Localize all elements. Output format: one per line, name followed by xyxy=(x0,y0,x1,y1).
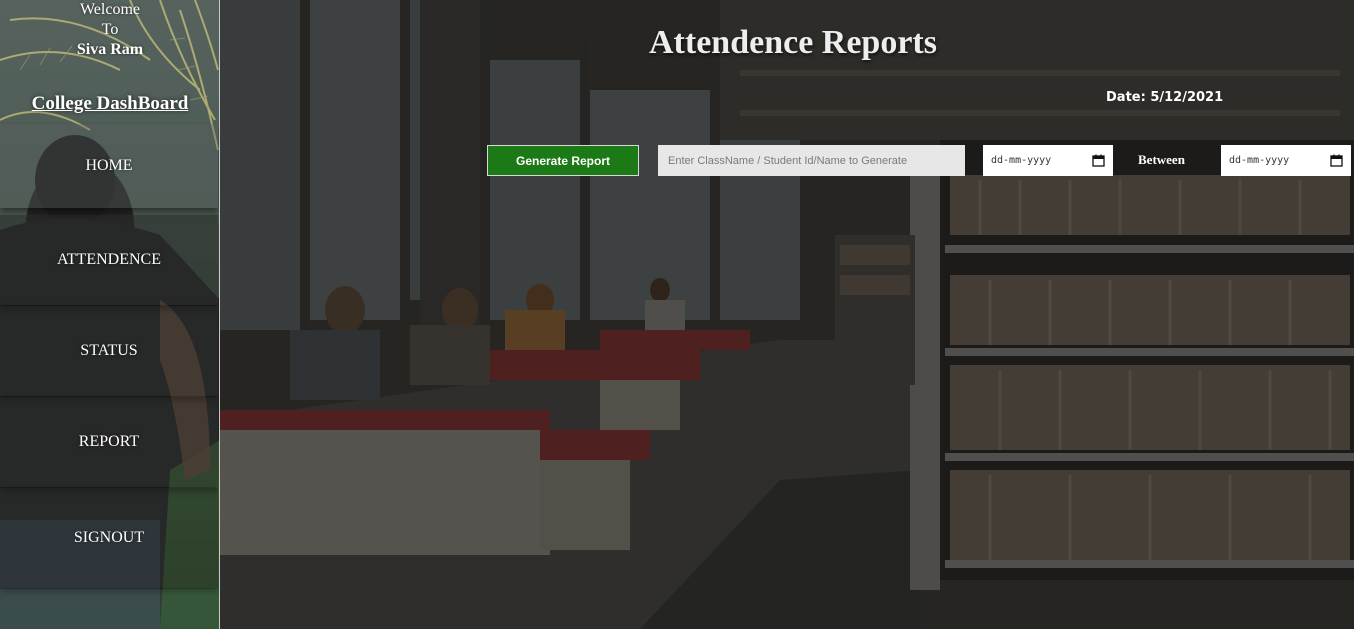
sidebar-footer-strip xyxy=(0,589,218,629)
welcome-to-text: To xyxy=(101,21,119,38)
between-label: Between xyxy=(1138,152,1185,167)
nav-item-signout[interactable]: SIGNOUT xyxy=(0,488,218,588)
brand-link[interactable]: College DashBoard xyxy=(0,93,219,115)
nav-item-home[interactable]: HOME xyxy=(0,124,218,208)
date-value: 5/12/2021 xyxy=(1150,90,1224,105)
to-date-input[interactable]: dd-mm-yyyy xyxy=(1221,145,1351,176)
sidebar: Welcome To Siva Ram College DashBoard HO… xyxy=(0,0,220,629)
nav-item-report[interactable]: REPORT xyxy=(0,397,218,487)
calendar-icon[interactable] xyxy=(1330,154,1343,167)
from-date-input[interactable]: dd-mm-yyyy xyxy=(983,145,1113,176)
welcome-block: Welcome To Siva Ram xyxy=(0,0,219,60)
calendar-icon[interactable] xyxy=(1092,154,1105,167)
to-date-placeholder: dd-mm-yyyy xyxy=(1229,155,1290,166)
page-title: Attendence Reports xyxy=(649,24,937,61)
nav-item-status[interactable]: STATUS xyxy=(0,306,218,396)
from-date-placeholder: dd-mm-yyyy xyxy=(991,155,1052,166)
welcome-text: Welcome xyxy=(79,1,140,18)
date-label: Date: xyxy=(1106,90,1146,105)
generate-report-button[interactable]: Generate Report xyxy=(487,145,639,176)
report-search-input[interactable] xyxy=(658,145,965,176)
main-content: Attendence Reports Date: 5/12/2021 Gener… xyxy=(220,0,1354,629)
date-display: Date: 5/12/2021 xyxy=(1106,90,1223,105)
nav-item-attendence[interactable]: ATTENDENCE xyxy=(0,215,218,305)
user-name: Siva Ram xyxy=(76,41,144,58)
